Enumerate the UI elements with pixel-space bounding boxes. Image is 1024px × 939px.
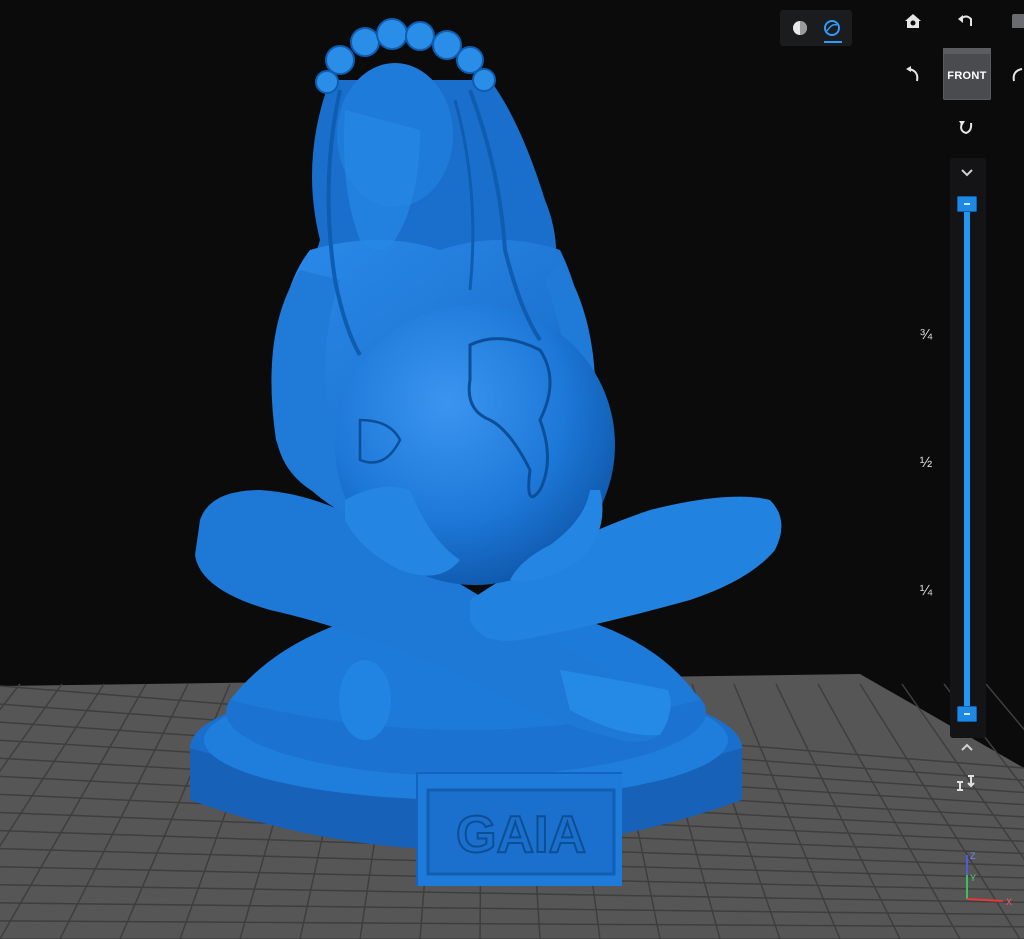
- chevron-up-icon[interactable]: [957, 740, 977, 754]
- axis-y-label: Y: [970, 873, 976, 883]
- scene-canvas[interactable]: GAIA: [0, 0, 1024, 939]
- slider-tick-quarter: ¼: [919, 582, 933, 599]
- chevron-down-icon[interactable]: [957, 166, 977, 180]
- axis-z-label: Z: [970, 851, 976, 861]
- rotate-left-button[interactable]: [900, 62, 926, 88]
- shaded-view-button[interactable]: [788, 16, 812, 40]
- plaque-text: GAIA: [456, 806, 586, 864]
- wireframe-view-button[interactable]: [820, 16, 844, 40]
- rotate-right-icon: [1012, 68, 1023, 82]
- rotate-left-icon: [906, 66, 919, 82]
- slider-tick-three-quarter: ¾: [919, 326, 933, 343]
- layer-slider-lower-handle[interactable]: [957, 706, 977, 722]
- shaded-icon: [793, 21, 807, 35]
- view-cube-corner[interactable]: [1012, 14, 1024, 28]
- layer-slider-upper-handle[interactable]: [957, 196, 977, 212]
- layer-slider-track[interactable]: [964, 204, 970, 714]
- undo-icon: [958, 15, 972, 26]
- rotate-down-icon: [959, 121, 973, 135]
- wireframe-icon: [824, 20, 840, 36]
- home-icon: [905, 14, 921, 28]
- rotate-right-button[interactable]: [1008, 62, 1024, 88]
- view-cube-front[interactable]: FRONT: [943, 48, 991, 100]
- gaia-model[interactable]: GAIA: [190, 18, 782, 886]
- active-view-indicator: [824, 41, 842, 43]
- undo-view-button[interactable]: [953, 8, 979, 34]
- home-view-button[interactable]: [900, 8, 926, 34]
- rotate-down-button[interactable]: [953, 114, 979, 140]
- layer-range-icon: [957, 775, 975, 791]
- layer-range-button[interactable]: [954, 770, 980, 796]
- slider-tick-half: ½: [919, 454, 933, 471]
- axis-x-label: X: [1006, 897, 1012, 907]
- 3d-viewport[interactable]: GAIA: [0, 0, 1024, 939]
- axes-gizmo: Z Y X: [966, 851, 1012, 907]
- view-cube-top-edge[interactable]: [943, 48, 991, 54]
- view-cube-label: FRONT: [947, 70, 987, 82]
